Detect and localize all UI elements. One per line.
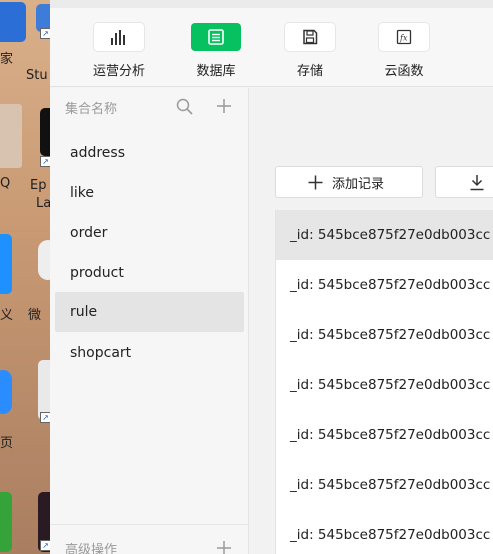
- records-list: _id: 545bce875f27e0db003cc _id: 545bce87…: [275, 210, 493, 554]
- collection-item-order[interactable]: order: [55, 213, 244, 253]
- record-row[interactable]: _id: 545bce875f27e0db003cc: [276, 260, 493, 310]
- desktop-app-icon[interactable]: [0, 2, 26, 42]
- records-panel: 添加记录 _id: 545bce875f27e0db003cc _id: 545…: [250, 88, 493, 554]
- function-icon: fx: [379, 23, 429, 51]
- desktop-app-icon[interactable]: [40, 108, 50, 156]
- desktop-app-icon[interactable]: [0, 234, 12, 294]
- desktop-app-icon[interactable]: [0, 492, 12, 552]
- add-operation-icon[interactable]: [216, 540, 232, 554]
- bar-chart-icon: [94, 23, 144, 51]
- plus-icon: [308, 175, 323, 194]
- toolbar-item-label: 云函数: [384, 64, 424, 79]
- add-record-button[interactable]: 添加记录: [275, 166, 423, 198]
- desktop-app-icon[interactable]: [38, 360, 50, 420]
- collections-sidebar: 集合名称 address like order product rule sho…: [50, 88, 249, 554]
- svg-text:fx: fx: [399, 34, 408, 43]
- toolbar-item-label: 存储: [296, 64, 323, 79]
- collection-item-like[interactable]: like: [55, 173, 244, 213]
- toolbar-item-storage[interactable]: 存储: [284, 23, 336, 79]
- advanced-operations-label: 高级操作: [65, 543, 118, 554]
- desktop-app-icon[interactable]: [0, 104, 22, 168]
- record-row[interactable]: _id: 545bce875f27e0db003cc: [276, 360, 493, 410]
- shortcut-arrow-icon: ↗: [40, 540, 50, 551]
- search-icon[interactable]: [176, 98, 193, 119]
- title-strip: [50, 0, 493, 8]
- record-row[interactable]: _id: 545bce875f27e0db003cc: [276, 210, 493, 260]
- record-row[interactable]: _id: 545bce875f27e0db003cc: [276, 410, 493, 460]
- import-button[interactable]: [435, 166, 493, 198]
- desktop-label: Q: [0, 176, 11, 191]
- collection-item-product[interactable]: product: [55, 253, 244, 293]
- top-toolbar: 运营分析 数据库 存储 fx 云函数: [50, 0, 493, 87]
- shortcut-arrow-icon: ↗: [40, 28, 50, 39]
- advanced-operations-bar[interactable]: 高级操作: [50, 524, 249, 554]
- toolbar-item-database[interactable]: 数据库: [190, 23, 242, 79]
- collection-item-address[interactable]: address: [55, 133, 244, 173]
- desktop-label: 页: [0, 436, 14, 451]
- desktop-app-icon[interactable]: [38, 240, 50, 280]
- record-row[interactable]: _id: 545bce875f27e0db003cc: [276, 310, 493, 360]
- cloud-dev-console-window: 运营分析 数据库 存储 fx 云函数 集合名称 address like ord…: [50, 0, 493, 554]
- download-icon: [469, 174, 485, 195]
- sidebar-header: 集合名称: [50, 88, 249, 124]
- save-icon: [285, 23, 335, 51]
- collection-item-shopcart[interactable]: shopcart: [55, 333, 244, 373]
- desktop-app-icon[interactable]: [0, 370, 12, 414]
- toolbar-item-label: 运营分析: [92, 64, 145, 79]
- toolbar-item-label: 数据库: [196, 64, 236, 79]
- record-row[interactable]: _id: 545bce875f27e0db003cc: [276, 510, 493, 554]
- toolbar-item-analytics[interactable]: 运营分析: [93, 23, 145, 79]
- collection-item-rule[interactable]: rule: [55, 292, 244, 332]
- add-collection-icon[interactable]: [216, 98, 232, 118]
- shortcut-arrow-icon: ↗: [40, 156, 50, 167]
- toolbar-item-cloud-functions[interactable]: fx 云函数: [378, 23, 430, 79]
- desktop-label: Stu: [26, 68, 48, 83]
- desktop-label: La: [36, 196, 50, 211]
- desktop-label: Ep: [30, 178, 47, 193]
- desktop-background: 家 ↗ Stu Q ↗ Ep La 义 微 页 ↗ ↗: [0, 0, 50, 554]
- shortcut-arrow-icon: ↗: [40, 412, 50, 423]
- desktop-label: 微: [28, 308, 42, 323]
- desktop-label: 家: [0, 52, 14, 67]
- add-record-label: 添加记录: [332, 176, 385, 192]
- desktop-label: 义: [0, 308, 14, 323]
- sidebar-title: 集合名称: [65, 102, 118, 117]
- database-icon: [191, 23, 241, 51]
- record-row[interactable]: _id: 545bce875f27e0db003cc: [276, 460, 493, 510]
